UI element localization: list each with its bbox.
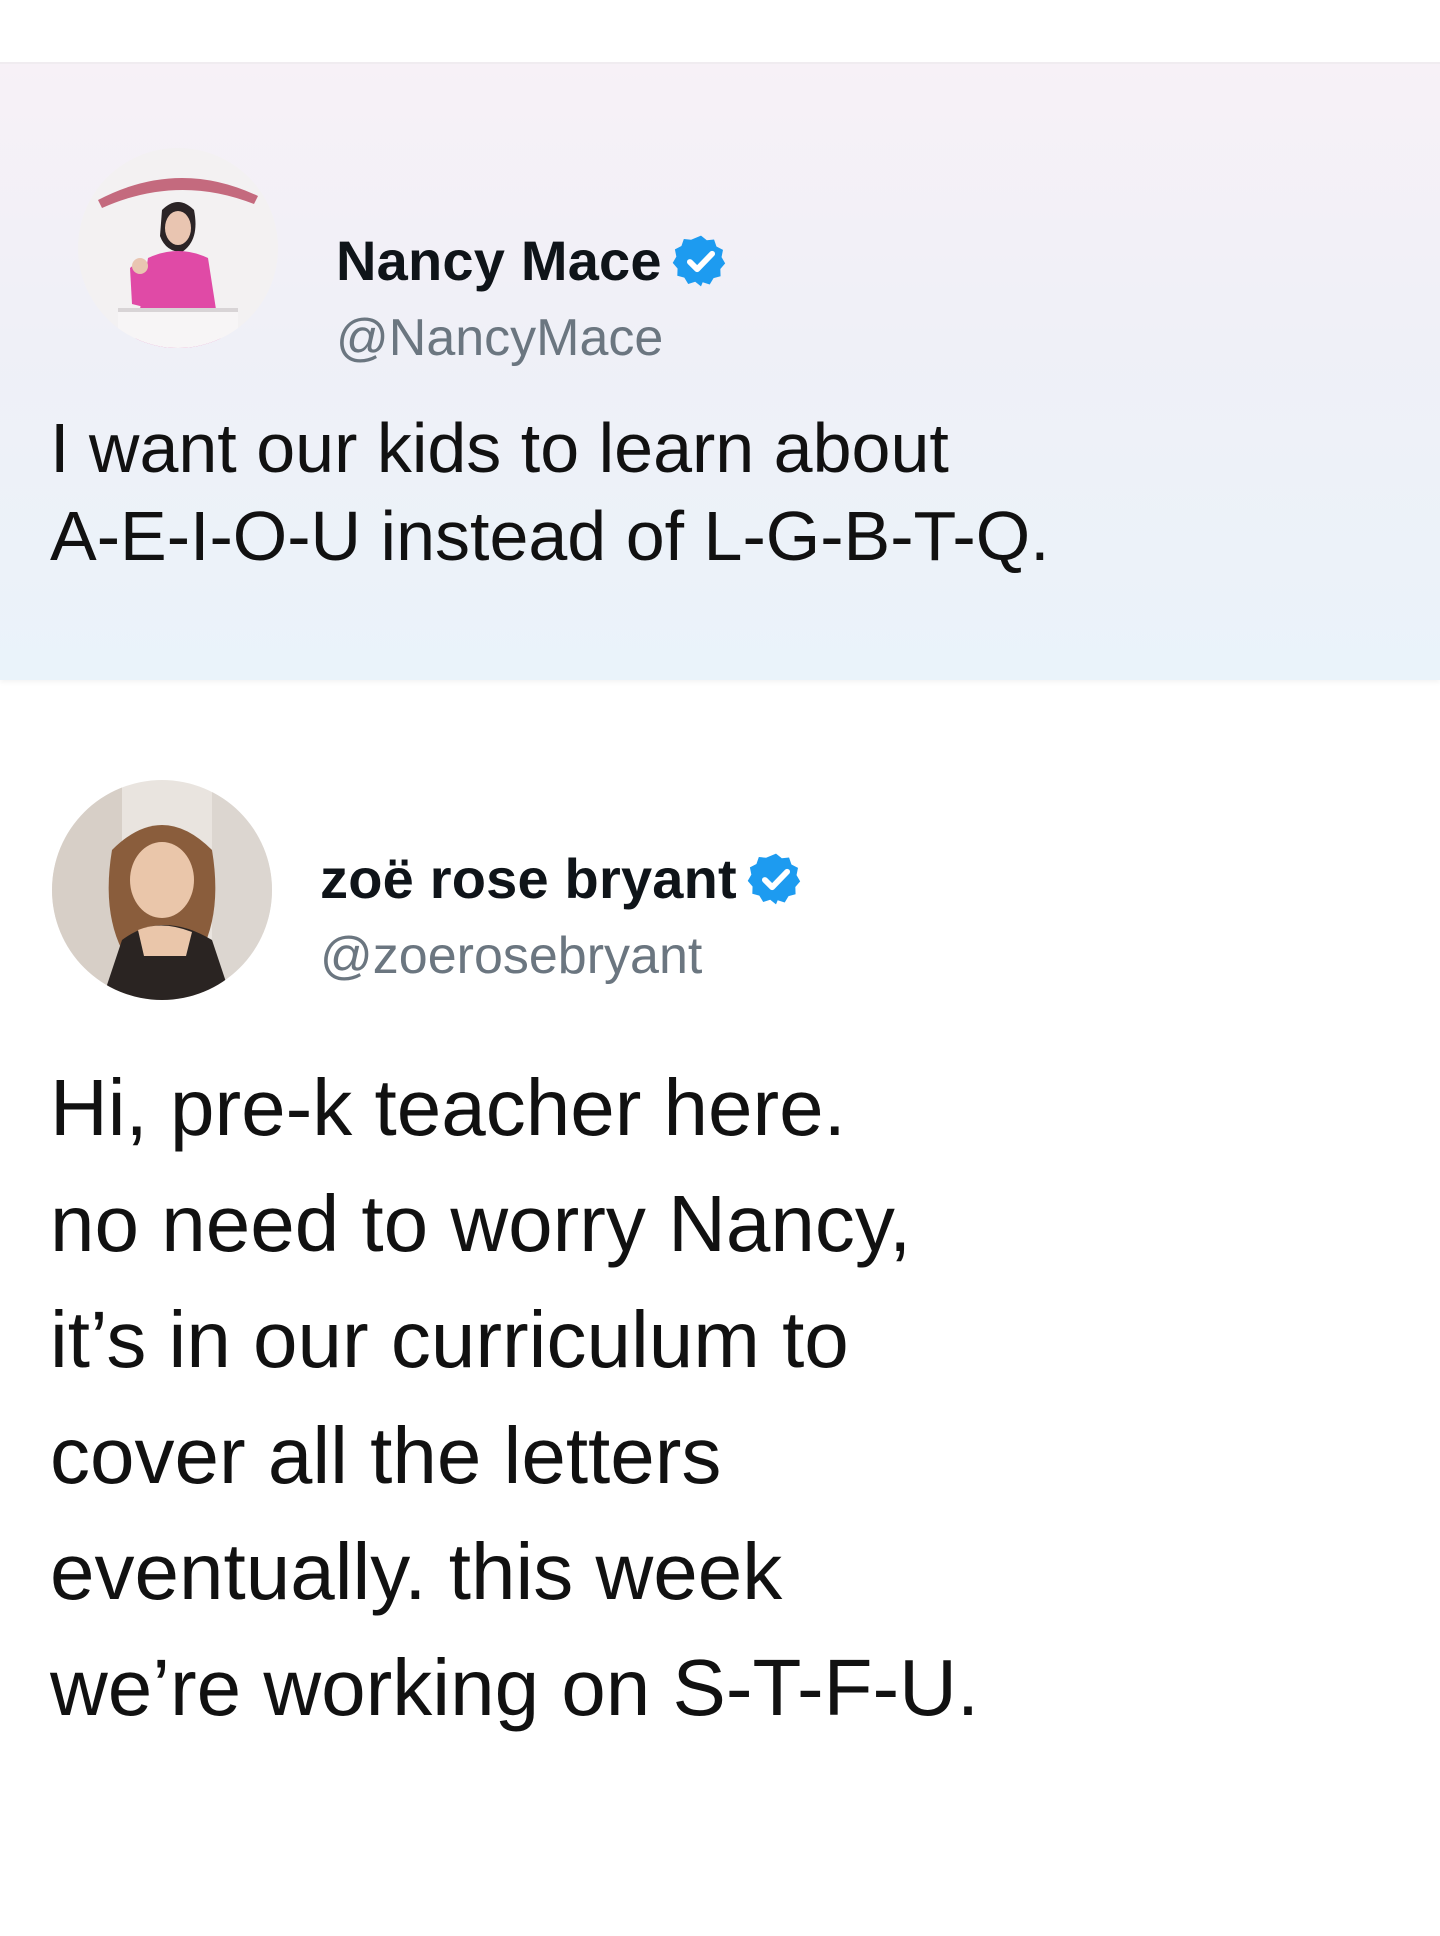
tweet-card-nancy-mace[interactable]: Nancy Mace @NancyMace I want our kids to… [0, 62, 1440, 680]
handle[interactable]: @NancyMace [336, 312, 730, 364]
avatar[interactable] [78, 148, 278, 348]
tweet-header: Nancy Mace @NancyMace [78, 148, 730, 364]
screenshot-page: Nancy Mace @NancyMace I want our kids to… [0, 0, 1440, 1936]
author-block: Nancy Mace @NancyMace [336, 232, 730, 364]
verified-badge-icon [672, 232, 730, 290]
name-row: zoë rose bryant [320, 850, 805, 908]
tweet-card-zoe-rose-bryant[interactable]: zoë rose bryant @zoerosebryant Hi, pre-k… [0, 740, 1440, 1936]
name-row: Nancy Mace [336, 232, 730, 290]
verified-badge-icon [747, 850, 805, 908]
tweet-text: Hi, pre-k teacher here. no need to worry… [50, 1063, 980, 1732]
handle[interactable]: @zoerosebryant [320, 930, 805, 982]
author-block: zoë rose bryant @zoerosebryant [320, 850, 805, 982]
avatar-image-speaker-at-podium [78, 148, 278, 348]
display-name[interactable]: Nancy Mace [336, 233, 662, 289]
tweet-text: I want our kids to learn about A-E-I-O-U… [50, 409, 1050, 575]
avatar-image-woman-portrait [52, 780, 272, 1000]
avatar[interactable] [52, 780, 272, 1000]
display-name[interactable]: zoë rose bryant [320, 851, 737, 907]
tweet-header: zoë rose bryant @zoerosebryant [52, 780, 805, 1000]
